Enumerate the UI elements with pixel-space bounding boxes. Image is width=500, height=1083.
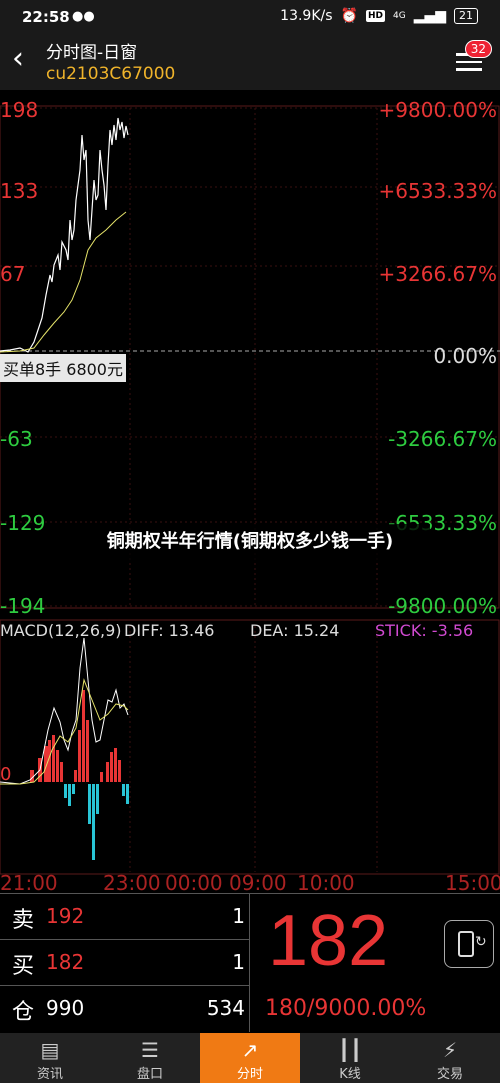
time-label: 21:00: [0, 871, 58, 895]
position-value: 990: [46, 996, 85, 1020]
axis-label: -194: [0, 594, 45, 618]
page-title: 分时图-日窗: [46, 43, 138, 63]
nav-news[interactable]: ▤ 资讯: [0, 1033, 100, 1083]
status-time: 22:58: [22, 8, 70, 26]
hd-icon: HD: [365, 10, 385, 22]
price-change: 180/9000.00%: [265, 996, 427, 1021]
ask-price: 192: [46, 904, 85, 928]
nav-label: 交易: [436, 1067, 463, 1082]
news-icon: ▤: [40, 1038, 60, 1062]
ask-row[interactable]: 卖 192 1: [0, 894, 250, 940]
left-axis-up: 198 133 67: [0, 98, 38, 286]
notification-badge[interactable]: 32: [464, 40, 492, 58]
signal-label: 4G: [392, 11, 406, 21]
bid-row[interactable]: 买 182 1: [0, 940, 250, 986]
time-label: 00:00: [165, 871, 223, 895]
nav-timeshare[interactable]: ↗ 分时: [200, 1033, 300, 1083]
network-speed: 13.9K/s: [280, 8, 333, 24]
axis-label: 133: [0, 179, 38, 203]
axis-label: -63: [0, 427, 33, 451]
axis-label: -129: [0, 511, 45, 535]
price-line: [0, 117, 129, 353]
nav-kline[interactable]: ┃┃ K线: [300, 1033, 400, 1083]
macd-dea: DEA: 15.24: [250, 621, 339, 640]
phone-rotate-icon: [458, 931, 474, 957]
axis-label: 198: [0, 98, 38, 122]
bid-price: 182: [46, 950, 85, 974]
nav-orderbook[interactable]: ☰ 盘口: [100, 1033, 200, 1083]
candlestick-icon: ┃┃: [337, 1038, 363, 1062]
time-label: 23:00: [103, 871, 161, 895]
axis-label: 0.00%: [433, 344, 497, 368]
chart-svg: 198 133 67 -63 -129 -194 +9800.00% +6533…: [0, 98, 500, 895]
status-right: 13.9K/s ⏰ HD 4G ▂▄▆ 21: [280, 8, 478, 24]
ask-label: 卖: [12, 908, 35, 933]
time-label: 09:00: [229, 871, 287, 895]
bid-label: 买: [12, 954, 35, 979]
refresh-arrow-icon: ↻: [475, 934, 487, 950]
list-icon: ☰: [141, 1038, 159, 1062]
wechat-icon: ●●: [72, 9, 95, 24]
position-row: 仓 990 534: [0, 986, 250, 1032]
last-price: 182: [268, 901, 389, 981]
position-label: 仓: [12, 1000, 35, 1025]
trend-icon: ↗: [241, 1038, 259, 1062]
axis-label: -9800.00%: [388, 594, 497, 618]
axis-label: +6533.33%: [379, 179, 497, 203]
bid-volume: 1: [232, 950, 245, 974]
macd-stick: STICK: -3.56: [375, 621, 473, 640]
axis-label: +3266.67%: [379, 262, 497, 286]
back-button[interactable]: ‹: [12, 44, 24, 74]
position-change: 534: [206, 996, 245, 1020]
left-axis-down: -63 -129 -194: [0, 427, 45, 618]
nav-trade[interactable]: ⚡ 交易: [400, 1033, 500, 1083]
status-bar: 22:58 ●● 13.9K/s ⏰ HD 4G ▂▄▆ 21: [0, 0, 500, 34]
axis-label: -3266.67%: [388, 427, 497, 451]
time-label: 10:00: [297, 871, 355, 895]
bottom-nav: ▤ 资讯 ☰ 盘口 ↗ 分时 ┃┃ K线 ⚡ 交易: [0, 1033, 500, 1083]
macd-frame: [0, 619, 500, 875]
app-header: ‹ 分时图-日窗 cu2103C67000 32: [0, 34, 500, 90]
article-title-overlay: 铜期权半年行情(铜期权多少钱一手): [70, 524, 430, 560]
macd-histogram: [30, 690, 129, 860]
nav-label: 分时: [236, 1067, 263, 1082]
alarm-icon: ⏰: [340, 8, 358, 24]
time-axis: 21:00 23:00 00:00 09:00 10:00 15:00: [0, 871, 500, 895]
macd-header: MACD(12,26,9) DIFF: 13.46 DEA: 15.24 STI…: [0, 621, 473, 640]
macd-label: MACD(12,26,9): [0, 621, 122, 640]
rotate-screen-button[interactable]: ↻: [444, 920, 494, 968]
time-label: 15:00: [445, 871, 500, 895]
signal-icon: ▂▄▆: [413, 8, 446, 24]
lightning-icon: ⚡: [442, 1038, 458, 1062]
axis-label: +9800.00%: [379, 98, 497, 122]
nav-label: 盘口: [136, 1067, 163, 1082]
ask-volume: 1: [232, 904, 245, 928]
timeshare-chart[interactable]: 198 133 67 -63 -129 -194 +9800.00% +6533…: [0, 90, 500, 895]
axis-label: 67: [0, 262, 25, 286]
macd-diff: DIFF: 13.46: [124, 621, 214, 640]
nav-label: 资讯: [36, 1067, 63, 1082]
battery-icon: 21: [454, 8, 478, 24]
contract-code: cu2103C67000: [46, 64, 176, 84]
buy-order-tooltip: 买单8手 6800元: [0, 354, 126, 382]
nav-label: K线: [339, 1067, 361, 1082]
